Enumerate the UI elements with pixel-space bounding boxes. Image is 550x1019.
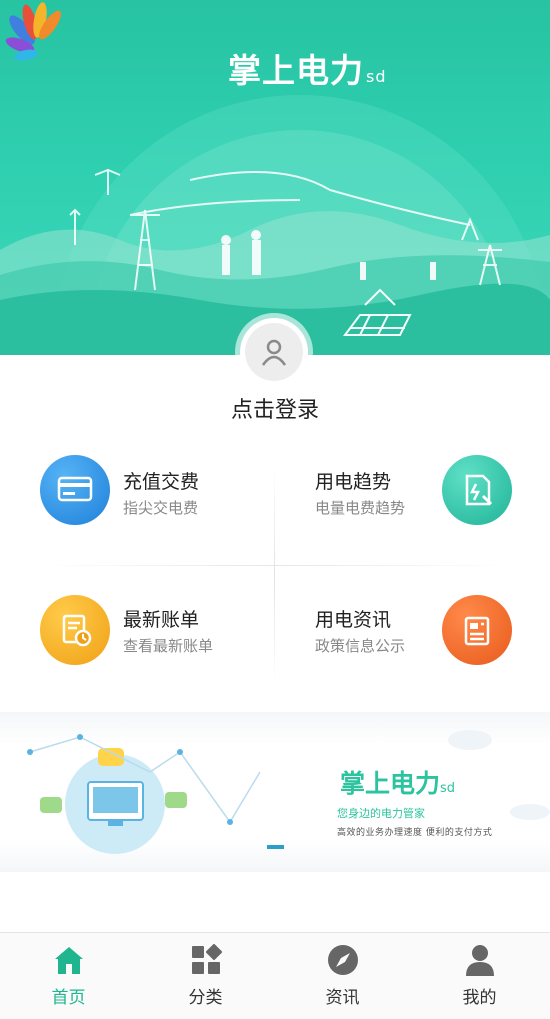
- service-title: 用电趋势: [315, 471, 392, 493]
- app-title: 掌上电力 sd: [228, 44, 387, 92]
- document-trend-icon: [442, 455, 512, 525]
- tab-label: 首页: [51, 988, 86, 1008]
- service-subtitle: 电量电费趋势: [315, 499, 406, 517]
- promo-title-text: 掌上电力: [340, 769, 441, 798]
- service-latest-bill[interactable]: 最新账单 查看最新账单: [0, 583, 275, 693]
- service-recharge[interactable]: 充值交费 指尖交电费: [0, 443, 275, 553]
- app-title-text: 掌上电力: [228, 51, 364, 90]
- wallet-card-icon: [40, 455, 110, 525]
- avatar-placeholder: [245, 323, 303, 381]
- promo-tagline: 高效的业务办理速度 便利的支付方式: [337, 828, 493, 838]
- bottom-tab-bar: 首页 分类 资讯 我的: [0, 932, 550, 1019]
- service-usage-trend[interactable]: 用电趋势 电量电费趋势: [275, 443, 550, 553]
- service-power-news[interactable]: 用电资讯 政策信息公示: [275, 583, 550, 693]
- tab-category[interactable]: 分类: [137, 933, 274, 1019]
- tab-label: 分类: [188, 988, 223, 1008]
- hero-banner: 掌上电力 sd: [0, 0, 550, 355]
- compass-icon: [327, 945, 358, 975]
- user-icon: [465, 945, 494, 976]
- login-link[interactable]: 点击登录: [0, 392, 550, 424]
- tab-home[interactable]: 首页: [0, 933, 137, 1019]
- bill-clock-icon: [40, 595, 110, 665]
- promo-title: 掌上电力sd: [340, 764, 455, 800]
- user-avatar-icon: [261, 339, 287, 366]
- service-title: 最新账单: [123, 609, 200, 631]
- tab-news[interactable]: 资讯: [274, 933, 411, 1019]
- service-subtitle: 查看最新账单: [123, 637, 214, 655]
- grid-divider-horizontal: [40, 565, 510, 566]
- promo-title-suffix: sd: [440, 781, 456, 796]
- tab-mine[interactable]: 我的: [411, 933, 548, 1019]
- tab-label: 资讯: [325, 988, 360, 1008]
- app-title-suffix: sd: [366, 67, 387, 86]
- category-icon: [191, 943, 222, 974]
- service-subtitle: 指尖交电费: [123, 499, 199, 517]
- service-subtitle: 政策信息公示: [315, 637, 406, 655]
- app-logo: [5, 2, 61, 61]
- promo-slogan: 您身边的电力管家: [337, 807, 425, 820]
- home-icon: [54, 947, 83, 974]
- service-title: 用电资讯: [315, 609, 392, 631]
- news-icon: [442, 595, 512, 665]
- service-title: 充值交费: [123, 471, 200, 493]
- carousel-indicator[interactable]: [267, 845, 284, 849]
- avatar[interactable]: [240, 318, 308, 386]
- tab-label: 我的: [462, 988, 497, 1008]
